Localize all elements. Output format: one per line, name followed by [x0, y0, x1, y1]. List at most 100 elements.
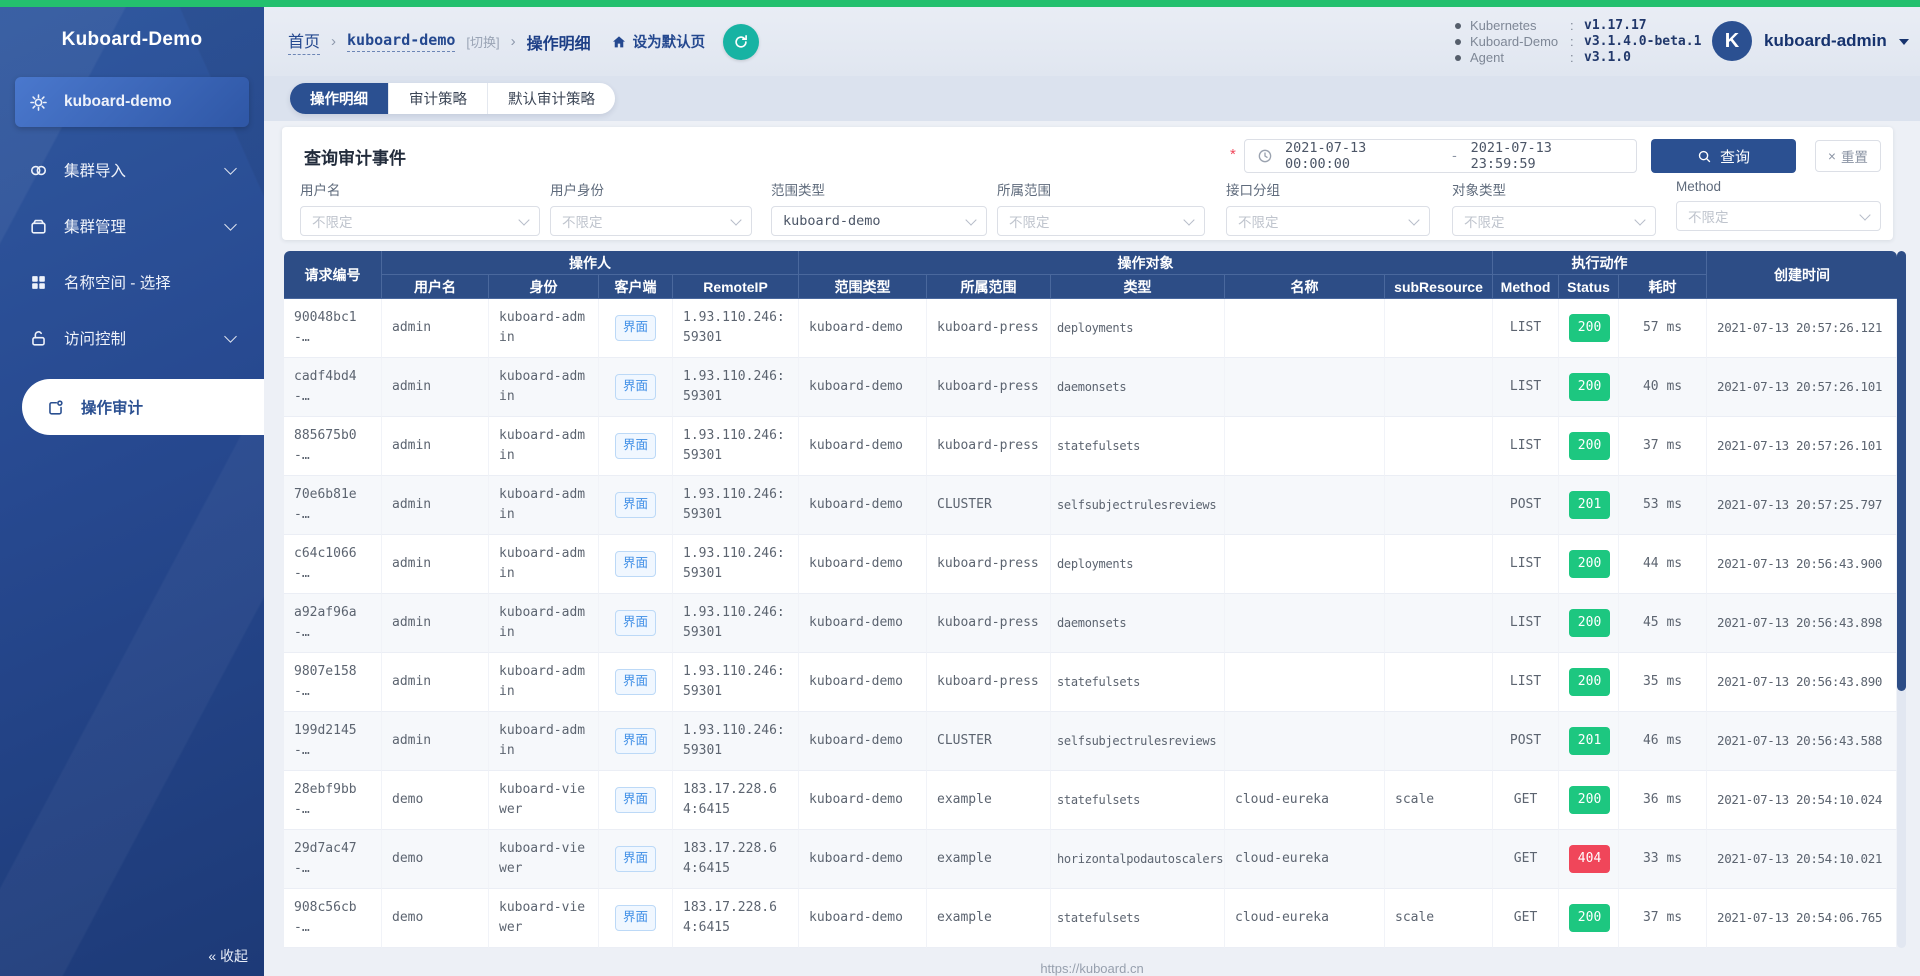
cell-method: POST: [1493, 712, 1560, 771]
cell-subresource: [1385, 299, 1494, 358]
cell-duration: 33 ms: [1619, 830, 1708, 889]
client-tag: 界面: [614, 551, 656, 577]
column-group-target: 操作对象: [799, 251, 1494, 275]
sidebar-item-audit[interactable]: 操作审计: [22, 379, 264, 435]
cell-subresource: [1385, 417, 1494, 476]
date-range-input[interactable]: 2021-07-13 00:00:00 - 2021-07-13 23:59:5…: [1244, 139, 1637, 173]
cell-kind: deployments: [1051, 535, 1225, 594]
cell-username: admin: [382, 358, 489, 417]
sidebar-item-namespace[interactable]: 名称空间 - 选择: [15, 261, 249, 303]
chevron-down-icon: [1183, 213, 1195, 226]
set-default-page-label: 设为默认页: [632, 35, 706, 51]
date-end: 2021-07-13 23:59:59: [1470, 140, 1552, 172]
scope-type-select[interactable]: kuboard-demo: [771, 206, 987, 236]
sidebar-item-cluster-manage[interactable]: 集群管理: [15, 205, 249, 247]
table-row: cadf4bd4-… admin kuboard-admin 界面 1.93.1…: [284, 358, 1898, 417]
filter-field-method: Method 不限定: [1676, 179, 1881, 231]
sidebar-item-cluster[interactable]: kuboard-demo: [15, 77, 249, 127]
cell-username: demo: [382, 889, 489, 948]
version-label: Agent: [1470, 50, 1504, 65]
cell-method: POST: [1493, 476, 1560, 535]
breadcrumb-switch-link[interactable]: [切换]: [466, 32, 499, 51]
cell-status: 200: [1559, 358, 1620, 417]
api-group-select[interactable]: 不限定: [1226, 206, 1430, 236]
cell-remote-ip: 1.93.110.246:59301: [673, 299, 799, 358]
bullet-icon: [1455, 23, 1461, 29]
cell-scope-type: kuboard-demo: [799, 771, 927, 830]
cell-client: 界面: [599, 299, 673, 358]
cell-identity: kuboard-admin: [489, 712, 599, 771]
cell-name: [1225, 594, 1385, 653]
cell-request-id: 29d7ac47-…: [284, 830, 382, 889]
scope-select[interactable]: 不限定: [997, 206, 1205, 236]
field-label: 对象类型: [1452, 183, 1506, 198]
cell-scope-type: kuboard-demo: [799, 594, 927, 653]
audit-icon: [46, 398, 65, 417]
client-tag: 界面: [614, 610, 656, 636]
column-duration: 耗时: [1619, 275, 1708, 299]
sidebar-item-label: 访问控制: [64, 331, 127, 348]
cell-kind: selfsubjectrulesreviews: [1051, 712, 1225, 771]
reset-button[interactable]: × 重置: [1815, 140, 1881, 172]
cell-kind: statefulsets: [1051, 771, 1225, 830]
cell-identity: kuboard-admin: [489, 594, 599, 653]
audit-table: 请求编号 操作人 操作对象 执行动作 创建时间 用户名 身份 客户端 Remot…: [284, 251, 1898, 948]
field-label: 所属范围: [997, 183, 1051, 198]
cell-created: 2021-07-13 20:54:10.024: [1707, 771, 1898, 830]
column-created: 创建时间: [1707, 251, 1898, 299]
cell-duration: 53 ms: [1619, 476, 1708, 535]
date-separator: -: [1450, 148, 1459, 164]
caret-down-icon: [1898, 39, 1909, 45]
table-scrollbar-thumb[interactable]: [1897, 251, 1906, 691]
cell-name: [1225, 417, 1385, 476]
filter-field-object-type: 对象类型 不限定: [1452, 179, 1656, 236]
breadcrumb-cluster-link[interactable]: kuboard-demo: [347, 31, 456, 52]
cell-kind: statefulsets: [1051, 417, 1225, 476]
sidebar-collapse-button[interactable]: « 收起: [208, 946, 248, 966]
set-default-page-button[interactable]: 设为默认页: [611, 31, 706, 52]
cell-remote-ip: 1.93.110.246:59301: [673, 712, 799, 771]
identity-select[interactable]: 不限定: [550, 206, 752, 236]
field-label: 接口分组: [1226, 183, 1280, 198]
sidebar-item-label: 操作审计: [81, 400, 144, 417]
cell-method: GET: [1493, 830, 1560, 889]
cell-scope-type: kuboard-demo: [799, 889, 927, 948]
search-button[interactable]: 查询: [1651, 139, 1796, 173]
sidebar-item-cluster-import[interactable]: 集群导入: [15, 149, 249, 191]
cell-remote-ip: 1.93.110.246:59301: [673, 358, 799, 417]
refresh-icon: [735, 34, 748, 48]
cell-status: 200: [1559, 653, 1620, 712]
cell-scope: CLUSTER: [927, 476, 1051, 535]
field-label: 用户名: [300, 183, 341, 198]
client-tag: 界面: [614, 728, 656, 754]
username-select[interactable]: 不限定: [300, 206, 540, 236]
cell-username: admin: [382, 535, 489, 594]
tab-audit-details[interactable]: 操作明细: [290, 83, 388, 114]
chevron-down-icon: [224, 161, 237, 175]
filter-field-api-group: 接口分组 不限定: [1226, 179, 1430, 236]
content-area: 查询审计事件 * 2021-07-13 00:00:00 - 2021-07-1…: [264, 121, 1920, 976]
object-type-select[interactable]: 不限定: [1452, 206, 1656, 236]
status-badge: 200: [1569, 785, 1611, 815]
breadcrumb-home-link[interactable]: 首页: [288, 28, 321, 55]
cell-duration: 40 ms: [1619, 358, 1708, 417]
cell-scope-type: kuboard-demo: [799, 712, 927, 771]
method-select[interactable]: 不限定: [1676, 201, 1881, 231]
user-menu[interactable]: K kuboard-admin: [1712, 21, 1909, 61]
tab-default-audit-policy[interactable]: 默认审计策略: [487, 83, 615, 114]
cell-client: 界面: [599, 830, 673, 889]
cell-request-id: a92af96a-…: [284, 594, 382, 653]
avatar: K: [1712, 21, 1752, 61]
refresh-button[interactable]: [723, 23, 760, 60]
tab-bar: 操作明细 审计策略 默认审计策略: [264, 76, 1920, 121]
tab-audit-policy[interactable]: 审计策略: [388, 83, 487, 114]
cell-username: admin: [382, 299, 489, 358]
chevron-down-icon: [1408, 213, 1420, 226]
cell-scope-type: kuboard-demo: [799, 417, 927, 476]
status-badge: 200: [1569, 608, 1611, 638]
cell-status: 200: [1559, 771, 1620, 830]
sidebar-item-access-control[interactable]: 访问控制: [15, 317, 249, 359]
cell-remote-ip: 1.93.110.246:59301: [673, 653, 799, 712]
breadcrumb-separator: ›: [331, 33, 337, 50]
cell-subresource: [1385, 476, 1494, 535]
